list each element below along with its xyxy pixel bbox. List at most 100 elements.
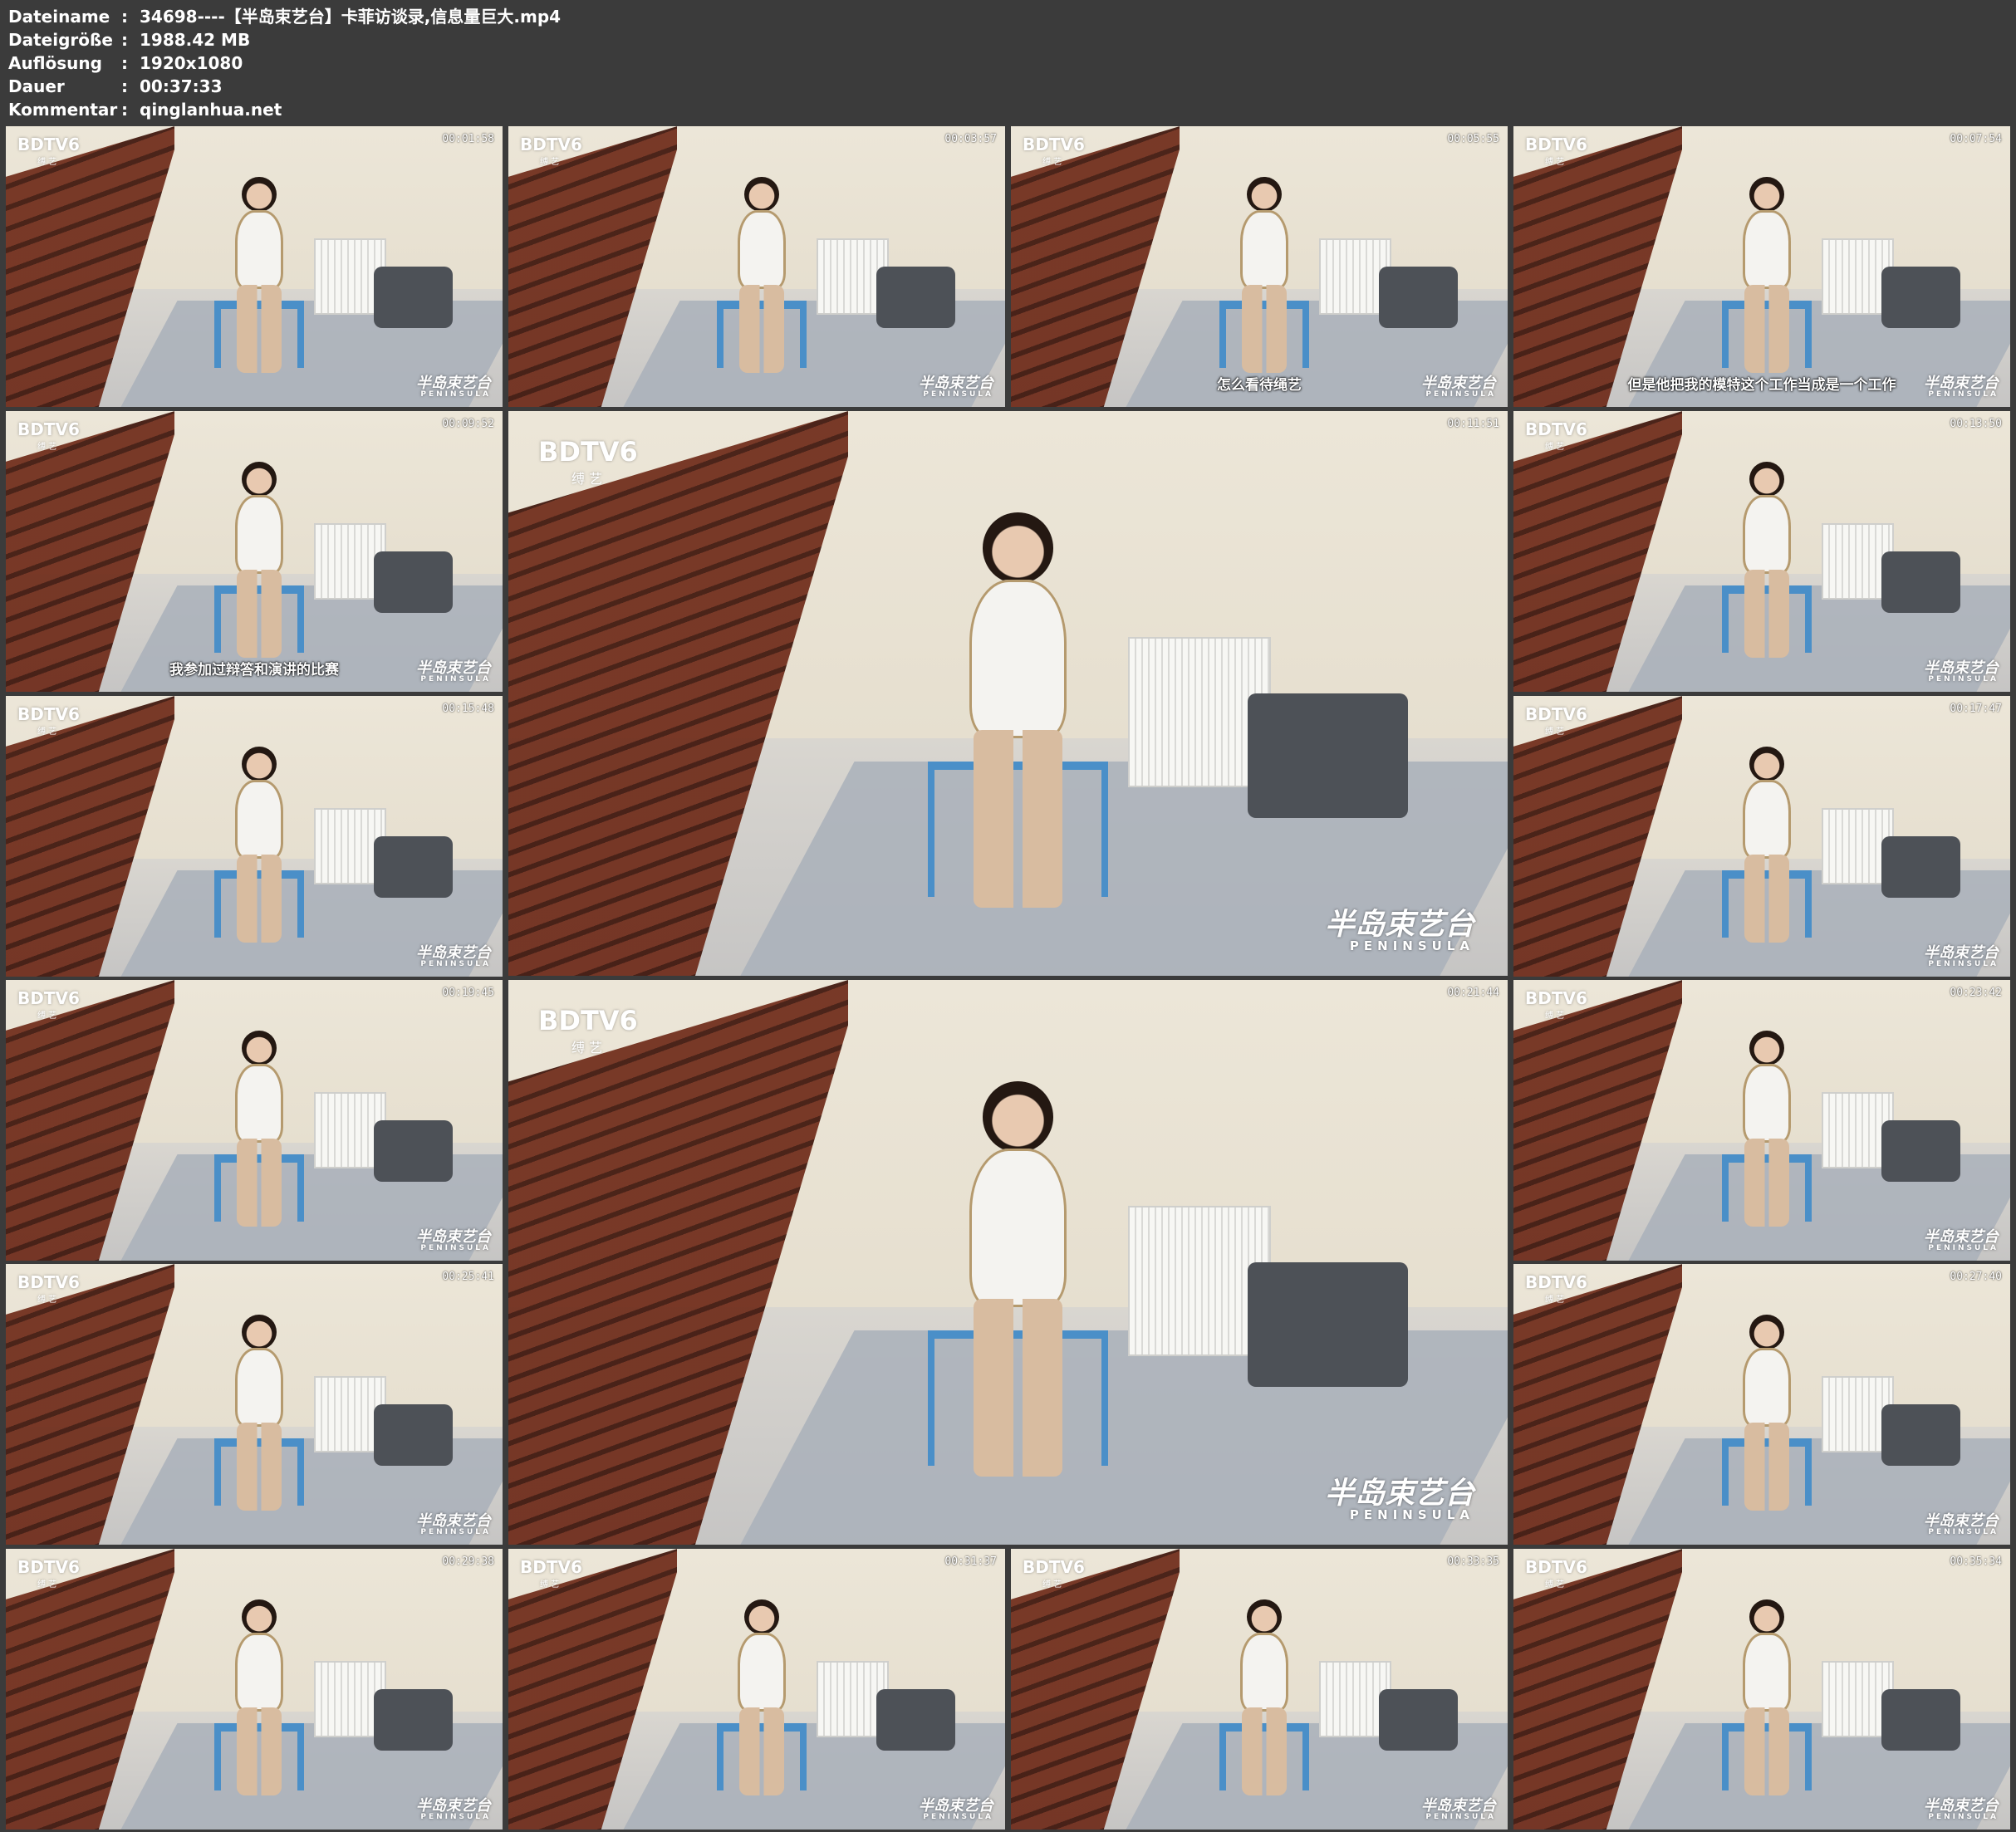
channel-name: BDTV6	[1023, 135, 1085, 154]
figure-body	[737, 210, 787, 289]
brand-watermark: 半岛束艺台 PENINSULA	[1325, 910, 1474, 953]
figure-body	[969, 580, 1067, 738]
brand-name: 半岛束艺台	[919, 1797, 993, 1815]
figure-legs	[1744, 1138, 1789, 1227]
scene-chair	[373, 1689, 454, 1751]
video-thumbnail: BDTV6 缚 艺 00:17:47 半岛束艺台 PENINSULA	[1513, 696, 2010, 977]
channel-watermark: BDTV6 缚 艺	[538, 1005, 638, 1056]
channel-subtitle: 缚 艺	[571, 1040, 603, 1056]
video-thumbnail: BDTV6 缚 艺 00:33:35 半岛束艺台 PENINSULA	[1011, 1549, 1508, 1830]
timestamp: 00:25:41	[442, 1271, 494, 1283]
brand-name: 半岛束艺台	[1924, 1512, 1999, 1530]
figure-legs	[1744, 1422, 1789, 1511]
brand-subtitle: PENINSULA	[420, 1813, 491, 1821]
scene-figure	[1732, 1314, 1802, 1511]
brand-name: 半岛束艺台	[416, 1228, 491, 1246]
brand-name: 半岛束艺台	[919, 375, 993, 392]
scene-chair	[373, 551, 454, 614]
timestamp: 00:29:38	[442, 1555, 494, 1568]
brand-name: 半岛束艺台	[1924, 944, 1999, 962]
figure-body	[1239, 210, 1289, 289]
scene-chair	[1881, 836, 1961, 899]
timestamp: 00:03:57	[944, 133, 997, 145]
channel-watermark: BDTV6 缚 艺	[17, 704, 80, 737]
scene-chair	[1881, 1689, 1961, 1751]
figure-body	[737, 1633, 787, 1712]
brand-name: 半岛束艺台	[1924, 375, 1999, 392]
video-thumbnail: BDTV6 缚 艺 00:31:37 半岛束艺台 PENINSULA	[508, 1549, 1005, 1830]
channel-name: BDTV6	[520, 135, 582, 154]
channel-subtitle: 缚 艺	[1042, 1580, 1062, 1590]
video-thumbnail: BDTV6 缚 艺 00:03:57 半岛束艺台 PENINSULA	[508, 126, 1005, 407]
video-thumbnail: BDTV6 缚 艺 00:01:58 半岛束艺台 PENINSULA	[6, 126, 503, 407]
channel-subtitle: 缚 艺	[1545, 1296, 1565, 1305]
brand-name: 半岛束艺台	[416, 375, 491, 392]
channel-name: BDTV6	[17, 704, 80, 724]
figure-head	[242, 746, 277, 782]
channel-subtitle: 缚 艺	[1545, 1580, 1565, 1590]
channel-subtitle: 缚 艺	[37, 158, 57, 167]
channel-watermark: BDTV6 缚 艺	[1023, 1557, 1085, 1590]
channel-name: BDTV6	[1525, 135, 1587, 154]
timestamp: 00:01:58	[442, 133, 494, 145]
figure-legs	[1744, 569, 1789, 659]
brand-watermark: 半岛束艺台 PENINSULA	[1924, 661, 1999, 683]
channel-name: BDTV6	[17, 988, 80, 1008]
timestamp: 00:23:42	[1950, 987, 2002, 999]
brand-watermark: 半岛束艺台 PENINSULA	[1924, 946, 1999, 968]
channel-subtitle: 缚 艺	[1042, 158, 1062, 167]
brand-name: 半岛束艺台	[1324, 1477, 1474, 1511]
scene-figure	[1732, 1599, 1802, 1796]
brand-name: 半岛束艺台	[416, 1797, 491, 1815]
timestamp: 00:13:50	[1950, 418, 2002, 430]
brand-name: 半岛束艺台	[1924, 1228, 1999, 1246]
brand-subtitle: PENINSULA	[1928, 1244, 1999, 1252]
channel-watermark: BDTV6 缚 艺	[520, 135, 582, 167]
figure-body	[1239, 1633, 1289, 1712]
scene-figure	[224, 176, 294, 374]
brand-watermark: 半岛束艺台 PENINSULA	[416, 946, 491, 968]
channel-name: BDTV6	[1525, 419, 1587, 439]
channel-subtitle: 缚 艺	[1545, 1012, 1565, 1021]
timestamp: 00:09:52	[442, 418, 494, 430]
channel-name: BDTV6	[17, 419, 80, 439]
figure-legs	[1744, 284, 1789, 374]
brand-watermark: 半岛束艺台 PENINSULA	[1924, 1230, 1999, 1252]
brand-watermark: 半岛束艺台 PENINSULA	[1924, 1514, 1999, 1536]
scene-figure	[224, 1314, 294, 1511]
video-thumbnail: BDTV6 缚 艺 00:25:41 半岛束艺台 PENINSULA	[6, 1264, 503, 1545]
brand-name: 半岛束艺台	[1924, 1797, 1999, 1815]
brand-subtitle: PENINSULA	[1425, 1813, 1496, 1821]
scene-chair	[1378, 1689, 1459, 1751]
scene-figure	[727, 1599, 797, 1796]
scene-chair	[373, 1404, 454, 1467]
channel-name: BDTV6	[1023, 1557, 1085, 1577]
channel-watermark: BDTV6 缚 艺	[17, 988, 80, 1021]
brand-subtitle: PENINSULA	[923, 1813, 993, 1821]
figure-head	[242, 1314, 277, 1350]
figure-legs	[237, 1707, 282, 1796]
brand-watermark: 半岛束艺台 PENINSULA	[1421, 376, 1496, 399]
channel-watermark: BDTV6 缚 艺	[17, 1272, 80, 1305]
timestamp: 00:07:54	[1950, 133, 2002, 145]
channel-watermark: BDTV6 缚 艺	[538, 436, 638, 487]
figure-head	[744, 1599, 779, 1635]
scene-figure	[1732, 746, 1802, 943]
channel-subtitle: 缚 艺	[1545, 158, 1565, 167]
scene-chair	[1881, 267, 1961, 329]
figure-head	[1749, 1030, 1784, 1066]
channel-subtitle: 缚 艺	[37, 1012, 57, 1021]
brand-watermark: 半岛束艺台 PENINSULA	[416, 1514, 491, 1536]
channel-subtitle: 缚 艺	[37, 443, 57, 452]
brand-name: 半岛束艺台	[1421, 375, 1496, 392]
figure-body	[234, 1348, 284, 1427]
scene-figure	[948, 512, 1087, 909]
scene-figure	[1732, 1030, 1802, 1227]
video-thumbnail: BDTV6 缚 艺 00:13:50 半岛束艺台 PENINSULA	[1513, 411, 2010, 692]
brand-watermark: 半岛束艺台 PENINSULA	[919, 376, 993, 399]
thumbnail-grid: BDTV6 缚 艺 00:01:58 半岛束艺台 PENINSULA BDTV6 缚 艺 00…	[0, 0, 2016, 1832]
brand-subtitle: PENINSULA	[420, 1528, 491, 1536]
figure-head	[1749, 176, 1784, 213]
scene-chair	[1881, 551, 1961, 614]
channel-name: BDTV6	[1525, 1557, 1587, 1577]
